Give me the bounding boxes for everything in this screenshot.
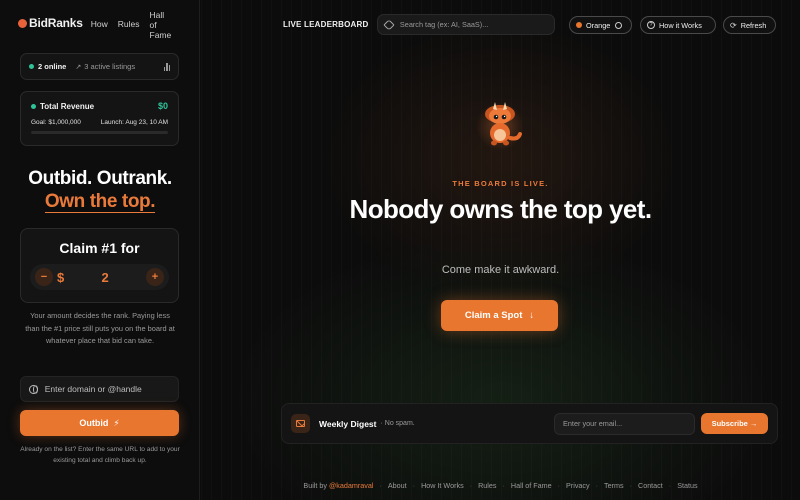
- sidebar: BidRanks How Rules Hall of Fame 2 online…: [0, 0, 200, 500]
- weekly-digest-bar: Weekly Digest · No spam. Subscribe →: [281, 403, 778, 444]
- revenue-amount: $0: [157, 101, 168, 111]
- claim-card: Claim #1 for − $ 2 +: [20, 228, 179, 303]
- outbid-note: Already on the list? Enter the same URL …: [20, 446, 180, 464]
- footer-link-about[interactable]: About: [388, 481, 407, 490]
- domain-input[interactable]: [44, 384, 170, 394]
- footer-author-link[interactable]: @kadamraval: [329, 481, 373, 490]
- nav-rules[interactable]: Rules: [118, 19, 140, 40]
- footer-link-terms[interactable]: Terms: [604, 481, 624, 490]
- outbid-button[interactable]: Outbid ⚡: [20, 410, 179, 436]
- bar-chart-icon[interactable]: [163, 62, 170, 71]
- subscribe-button[interactable]: Subscribe →: [701, 413, 768, 434]
- footer-built-by: Built by: [303, 481, 327, 490]
- refresh-button[interactable]: ⟳ Refresh: [723, 16, 776, 34]
- revenue-goal: Goal: $1,000,000: [31, 119, 81, 126]
- hero-kicker: THE BOARD IS LIVE.: [452, 179, 549, 188]
- theme-label: Orange: [586, 20, 611, 30]
- mail-icon: [296, 420, 305, 427]
- brand-row: BidRanks How Rules Hall of Fame: [18, 10, 189, 40]
- footer-link-contact[interactable]: Contact: [638, 481, 663, 490]
- bolt-icon: ⚡: [113, 417, 120, 428]
- revenue-launch: Launch: Aug 23, 10 AM: [100, 119, 168, 126]
- footer-link-how-it-works[interactable]: How It Works: [421, 481, 464, 490]
- revenue-dot-icon: [31, 103, 36, 109]
- revenue-progress-bar: [31, 131, 168, 134]
- digest-title: Weekly Digest: [319, 418, 377, 429]
- refresh-label: Refresh: [740, 20, 767, 30]
- email-field-wrapper: [554, 412, 695, 435]
- footer-link-hall-of-fame[interactable]: Hall of Fame: [511, 481, 552, 490]
- refresh-icon: ⟳: [730, 20, 737, 30]
- tag-search: [377, 14, 555, 35]
- increment-button[interactable]: +: [146, 268, 164, 286]
- claim-spot-label: Claim a Spot: [464, 310, 523, 321]
- question-icon: ?: [647, 21, 655, 29]
- domain-input-wrapper: [20, 376, 179, 402]
- claim-spot-button[interactable]: Claim a Spot ↓: [441, 300, 558, 331]
- brand-name: BidRanks: [29, 16, 83, 30]
- online-status-pill: 2 online ↗ 3 active listings: [20, 53, 179, 80]
- footer-link-privacy[interactable]: Privacy: [566, 481, 590, 490]
- palette-icon: [615, 21, 623, 29]
- mascot-icon: [476, 102, 524, 150]
- price-stepper: − $ 2 +: [30, 264, 169, 290]
- currency-symbol: $: [57, 269, 65, 285]
- nav-hall-of-fame[interactable]: Hall of Fame: [150, 10, 172, 40]
- tag-icon: [383, 18, 395, 31]
- logo[interactable]: BidRanks: [18, 16, 83, 30]
- hero-title: Nobody owns the top yet.: [201, 194, 800, 224]
- decrement-button[interactable]: −: [35, 268, 53, 286]
- footer: Built by @kadamraval · About · How It Work…: [303, 481, 698, 490]
- bid-amount-input[interactable]: 2: [64, 270, 146, 285]
- theme-color-dot-icon: [576, 22, 582, 28]
- revenue-card: Total Revenue $0 Goal: $1,000,000 Launch…: [20, 91, 179, 146]
- email-field[interactable]: [563, 419, 686, 428]
- tag-search-input[interactable]: [399, 20, 547, 29]
- footer-link-rules[interactable]: Rules: [478, 481, 496, 490]
- how-it-works-button[interactable]: ? How it Works: [640, 16, 716, 34]
- trend-icon: ↗: [75, 63, 82, 71]
- claim-title: Claim #1 for: [59, 240, 140, 256]
- tagline-line-1: Outbid. Outrank.: [28, 168, 172, 189]
- rank-help-text: Your amount decides the rank. Paying les…: [25, 311, 175, 345]
- arrow-down-icon: ↓: [529, 310, 535, 321]
- page-title: LIVE LEADERBOARD: [283, 20, 369, 29]
- globe-icon: [29, 384, 38, 394]
- how-it-works-label: How it Works: [659, 20, 702, 30]
- logo-mark-icon: [18, 18, 27, 28]
- hero-subtitle: Come make it awkward.: [441, 264, 560, 276]
- revenue-title: Total Revenue: [40, 101, 95, 111]
- footer-link-status[interactable]: Status: [677, 481, 697, 490]
- top-nav: How Rules Hall of Fame: [91, 10, 182, 40]
- nav-how[interactable]: How: [91, 19, 108, 40]
- digest-note: · No spam.: [380, 420, 415, 427]
- tagline: Outbid. Outrank. Own the top.: [0, 168, 200, 213]
- tagline-line-2: Own the top.: [44, 191, 156, 213]
- active-listings: 3 active listings: [84, 62, 136, 71]
- main-panel: LIVE LEADERBOARD Orange ? How it Works ⟳…: [201, 0, 800, 500]
- theme-button[interactable]: Orange: [569, 16, 632, 34]
- online-count: 2 online: [38, 62, 67, 71]
- header: LIVE LEADERBOARD Orange ? How it Works ⟳…: [201, 14, 800, 36]
- online-dot-icon: [29, 64, 34, 69]
- hero-title-text: Nobody owns the top yet.: [349, 194, 653, 224]
- outbid-label: Outbid: [79, 418, 109, 428]
- mail-icon-wrapper: [291, 414, 310, 433]
